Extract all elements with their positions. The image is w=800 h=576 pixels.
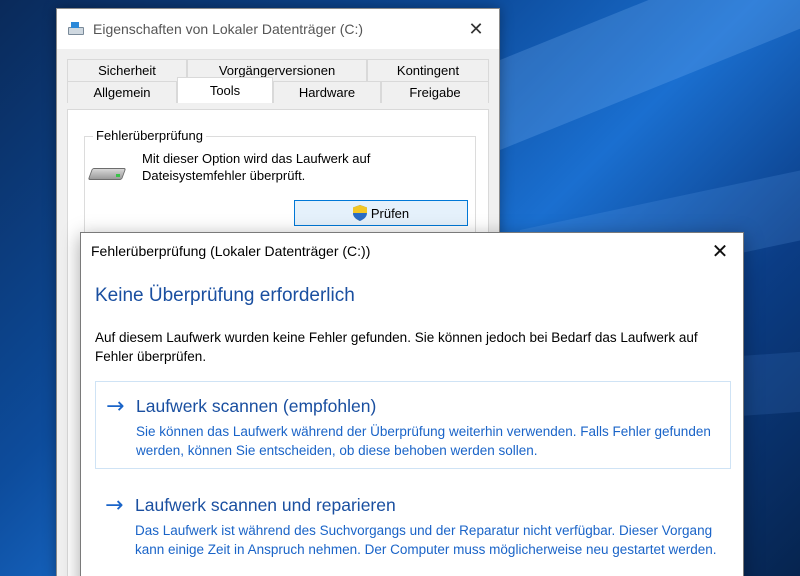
dialog-intro: Auf diesem Laufwerk wurden keine Fehler … (95, 330, 698, 364)
group-label: Fehlerüberprüfung (93, 128, 206, 143)
scan-drive-command[interactable]: → Laufwerk scannen (empfohlen) Sie könne… (95, 381, 731, 469)
check-button[interactable]: Prüfen (294, 200, 468, 226)
command-title: Laufwerk scannen (empfohlen) (136, 396, 377, 416)
close-icon[interactable]: ✕ (453, 9, 499, 49)
error-checking-description: Mit dieser Option wird das Laufwerk auf … (142, 151, 371, 183)
tab-row-1: Sicherheit Vorgängerversionen Kontingent (67, 59, 489, 81)
wallpaper-light-beam (500, 0, 800, 150)
arrow-right-icon: → (106, 394, 125, 419)
tab-allgemein[interactable]: Allgemein (67, 81, 177, 103)
error-check-dialog: Fehlerüberprüfung (Lokaler Datenträger (… (80, 232, 744, 576)
scan-and-repair-command[interactable]: → Laufwerk scannen und reparieren Das La… (95, 481, 731, 569)
dialog-heading: Keine Überprüfung erforderlich (95, 285, 355, 306)
command-description: Sie können das Laufwerk während der Über… (136, 424, 711, 458)
hard-disk-icon (87, 162, 127, 186)
uac-shield-icon (352, 205, 367, 221)
tab-kontingent[interactable]: Kontingent (367, 59, 489, 81)
dialog-titlebar[interactable]: Fehlerüberprüfung (Lokaler Datenträger (… (81, 233, 743, 269)
check-button-label: Prüfen (370, 205, 410, 221)
close-icon[interactable]: ✕ (697, 233, 743, 269)
command-title: Laufwerk scannen und reparieren (135, 495, 396, 515)
drive-icon (67, 22, 85, 36)
dialog-title: Fehlerüberprüfung (Lokaler Datenträger (… (91, 243, 371, 259)
properties-title: Eigenschaften von Lokaler Datenträger (C… (93, 21, 364, 37)
properties-titlebar[interactable]: Eigenschaften von Lokaler Datenträger (C… (57, 9, 499, 49)
arrow-right-icon: → (105, 493, 124, 518)
tab-hardware[interactable]: Hardware (273, 81, 381, 103)
tab-row-2: Allgemein Tools Hardware Freigabe (67, 77, 489, 103)
tab-strip: Sicherheit Vorgängerversionen Kontingent… (67, 59, 489, 103)
command-description: Das Laufwerk ist während des Suchvorgang… (135, 523, 717, 557)
tab-tools[interactable]: Tools (177, 77, 273, 103)
tab-sicherheit[interactable]: Sicherheit (67, 59, 187, 81)
tab-freigabe[interactable]: Freigabe (381, 81, 489, 103)
